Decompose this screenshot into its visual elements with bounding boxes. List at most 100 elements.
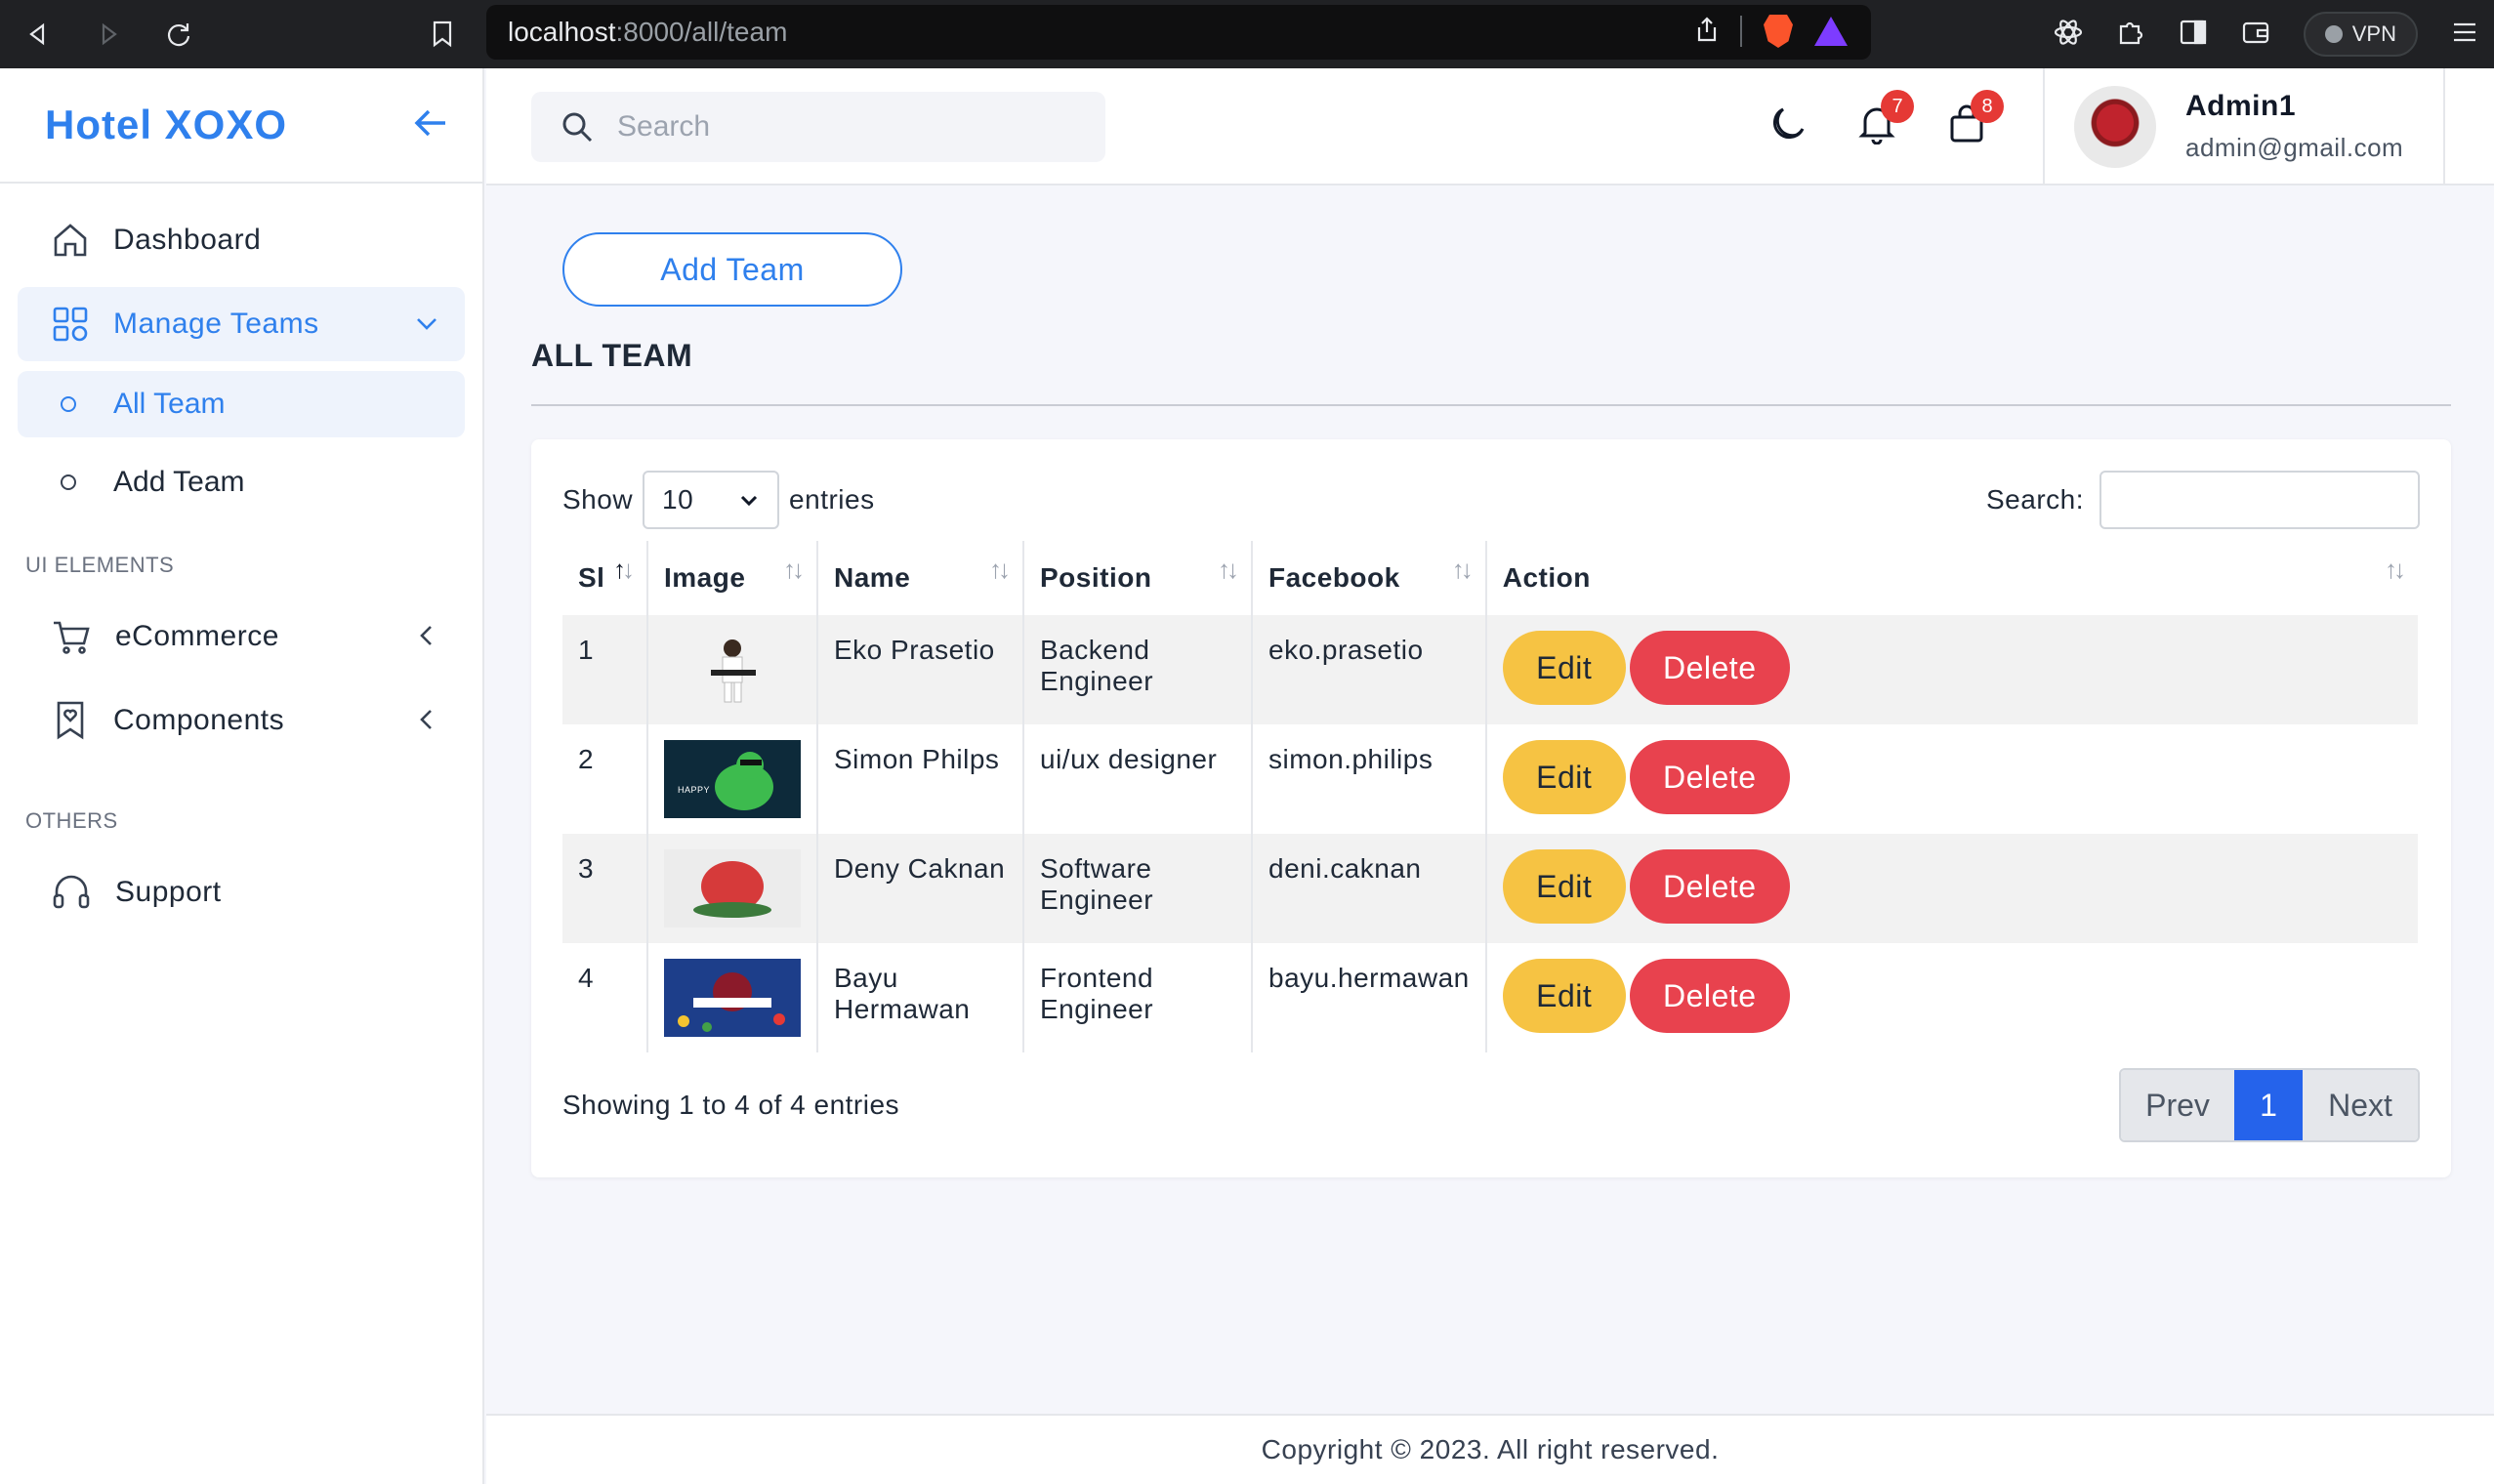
forward-icon[interactable] bbox=[84, 10, 133, 59]
column-header-sl[interactable]: Sl ↑↓ bbox=[562, 541, 647, 615]
table-search-input[interactable] bbox=[2099, 471, 2420, 529]
edit-button[interactable]: Edit bbox=[1502, 740, 1626, 814]
back-icon[interactable] bbox=[14, 10, 62, 59]
sort-icon: ↑↓ bbox=[2385, 555, 2406, 584]
cell-image: HAPPY bbox=[646, 724, 817, 834]
brand-name[interactable]: Hotel XOXO bbox=[45, 102, 287, 148]
entries-select[interactable]: 10 bbox=[643, 471, 780, 529]
sidebar-subitem-add-team[interactable]: Add Team bbox=[18, 449, 465, 515]
table-search: Search: bbox=[1986, 471, 2420, 529]
sidebar-subitem-all-team[interactable]: All Team bbox=[18, 371, 465, 437]
wallet-icon[interactable] bbox=[2241, 19, 2270, 51]
reload-icon[interactable] bbox=[154, 10, 203, 59]
search-box[interactable] bbox=[531, 92, 1105, 162]
chevron-left-icon bbox=[420, 626, 432, 645]
address-bar[interactable]: ! localhost:8000/all/team bbox=[486, 5, 1871, 680]
section-heading-ui-elements: UI ELEMENTS bbox=[25, 553, 175, 577]
cell-image bbox=[646, 943, 817, 1052]
delete-button[interactable]: Delete bbox=[1629, 849, 1790, 924]
sidebar-item-label: Dashboard bbox=[113, 224, 262, 256]
brave-shield-icon[interactable] bbox=[1764, 15, 1793, 48]
user-email: admin@gmail.com bbox=[2185, 133, 2404, 162]
next-page-button[interactable]: Next bbox=[2303, 1070, 2418, 1140]
cart-button[interactable]: 8 bbox=[1947, 90, 2004, 149]
extensions-icon[interactable] bbox=[2116, 18, 2145, 52]
cell-action: Edit Delete bbox=[1484, 943, 2418, 1052]
cell-sl: 2 bbox=[578, 744, 595, 774]
table-row: 2 HAPPY Simon Philps ui/ux designer simo… bbox=[562, 724, 2418, 834]
sort-icon: ↑↓ bbox=[1218, 555, 1239, 584]
search-input[interactable] bbox=[617, 110, 1066, 144]
cart-count-badge: 8 bbox=[1971, 90, 2004, 123]
sort-icon: ↑↓ bbox=[1451, 555, 1474, 584]
bullet-icon bbox=[61, 396, 76, 412]
cell-name: Simon Philps bbox=[816, 724, 1023, 834]
team-table-card: Show 10 entries Search: Sl ↑↓ Image ↑↓ Nam… bbox=[531, 439, 2451, 1177]
notifications-button[interactable]: 7 bbox=[1857, 90, 1914, 149]
delete-button[interactable]: Delete bbox=[1629, 959, 1790, 1033]
cell-image bbox=[646, 834, 817, 943]
sort-icon: ↑↓ bbox=[783, 555, 805, 584]
cell-position: Backend Engineer bbox=[1022, 615, 1252, 724]
team-table: Sl ↑↓ Image ↑↓ Name ↑↓ Position ↑↓ Facebook ↑… bbox=[562, 541, 2418, 1052]
cell-sl: 3 bbox=[562, 834, 647, 943]
collapse-sidebar-icon[interactable] bbox=[412, 107, 449, 144]
bullet-icon bbox=[61, 474, 76, 490]
edit-button[interactable]: Edit bbox=[1502, 631, 1626, 705]
vpn-button[interactable]: VPN bbox=[2303, 12, 2418, 57]
chevron-left-icon bbox=[420, 710, 432, 729]
chevron-down-icon bbox=[740, 495, 758, 507]
user-profile[interactable]: Admin1 admin@gmail.com bbox=[2043, 68, 2445, 184]
cell-facebook: simon.philips bbox=[1251, 724, 1486, 834]
share-icon[interactable] bbox=[1695, 16, 1719, 48]
cell-facebook: eko.prasetio bbox=[1251, 615, 1486, 724]
bookmark-heart-icon bbox=[57, 701, 84, 740]
brand-bar: Hotel XOXO bbox=[0, 68, 482, 184]
pagination: Prev 1 Next bbox=[2119, 1068, 2420, 1142]
svg-text:HAPPY: HAPPY bbox=[678, 785, 710, 795]
avatar[interactable] bbox=[2074, 86, 2156, 168]
bookmark-icon[interactable] bbox=[418, 10, 467, 59]
column-header-image[interactable]: Image ↑↓ bbox=[646, 541, 817, 615]
prev-page-button[interactable]: Prev bbox=[2121, 1070, 2234, 1140]
delete-button[interactable]: Delete bbox=[1629, 631, 1790, 705]
sidebar-item-ecommerce[interactable]: eCommerce bbox=[18, 599, 465, 674]
divider bbox=[531, 404, 2451, 406]
brave-rewards-icon[interactable] bbox=[1814, 17, 1848, 46]
cell-name: Bayu Hermawan bbox=[816, 943, 1023, 1052]
sidebar-subitem-label: All Team bbox=[113, 388, 226, 420]
page-1-button[interactable]: 1 bbox=[2234, 1070, 2303, 1140]
vpn-status-dot bbox=[2324, 25, 2343, 43]
edit-button[interactable]: Edit bbox=[1502, 959, 1626, 1033]
column-header-facebook[interactable]: Facebook ↑↓ bbox=[1251, 541, 1486, 615]
team-photo bbox=[664, 631, 801, 709]
cell-facebook: deni.caknan bbox=[1251, 834, 1486, 943]
column-header-name[interactable]: Name ↑↓ bbox=[816, 541, 1023, 615]
delete-button[interactable]: Delete bbox=[1629, 740, 1790, 814]
sidebar-item-manage-teams[interactable]: Manage Teams bbox=[18, 287, 465, 361]
team-photo bbox=[664, 849, 801, 928]
table-info: Showing 1 to 4 of 4 entries bbox=[562, 1090, 900, 1120]
sidebar-toggle-icon[interactable] bbox=[2179, 19, 2208, 51]
sidebar-item-label: Support bbox=[115, 876, 222, 908]
table-row: 1 Eko Prasetio Backend Engineer eko.pras… bbox=[562, 615, 2418, 724]
menu-icon[interactable] bbox=[2451, 21, 2478, 49]
cell-sl: 4 bbox=[578, 963, 595, 993]
add-team-button[interactable]: Add Team bbox=[562, 232, 902, 307]
sidebar-item-support[interactable]: Support bbox=[18, 855, 465, 929]
cell-action: Edit Delete bbox=[1484, 834, 2418, 943]
react-devtools-icon[interactable] bbox=[2054, 18, 2083, 52]
cell-name: Deny Caknan bbox=[816, 834, 1023, 943]
home-icon bbox=[54, 224, 87, 257]
grid-icon bbox=[53, 307, 88, 342]
table-row: 4 Bayu Hermawan Frontend Engineer bayu.h… bbox=[562, 943, 2418, 1052]
cell-position: Software Engineer bbox=[1022, 834, 1252, 943]
cell-position: Frontend Engineer bbox=[1022, 943, 1252, 1052]
sidebar-item-components[interactable]: Components bbox=[18, 683, 465, 758]
dark-mode-icon[interactable] bbox=[1767, 103, 1808, 149]
column-header-action[interactable]: Action ↑↓ bbox=[1484, 541, 2418, 615]
column-header-position[interactable]: Position ↑↓ bbox=[1022, 541, 1252, 615]
edit-button[interactable]: Edit bbox=[1502, 849, 1626, 924]
sidebar-item-dashboard[interactable]: Dashboard bbox=[18, 203, 465, 277]
url-text[interactable]: localhost:8000/all/team bbox=[508, 17, 787, 48]
